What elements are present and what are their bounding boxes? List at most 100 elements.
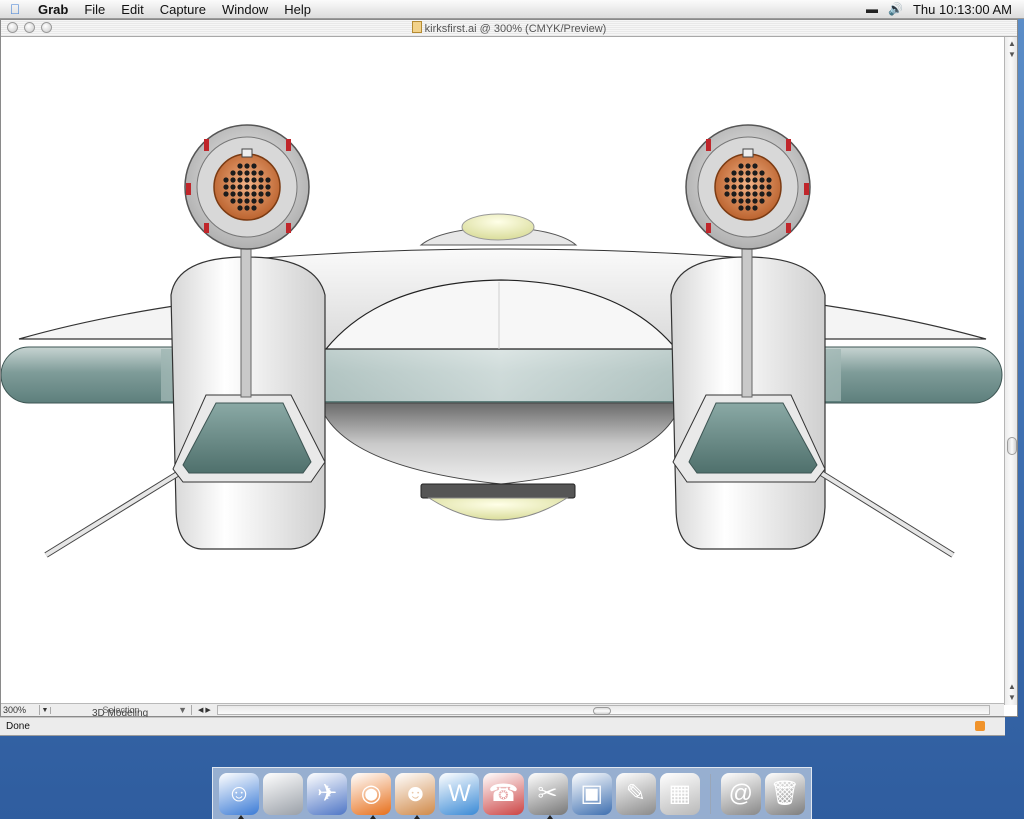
horizontal-scrollbar[interactable] xyxy=(216,705,990,715)
window-title-text: kirksfirst.ai @ 300% (CMYK/Preview) xyxy=(424,23,607,35)
word-icon[interactable]: W xyxy=(439,772,480,815)
scroll-up-arrow-icon[interactable]: ▲ xyxy=(1008,39,1016,48)
menu-help[interactable]: Help xyxy=(276,2,319,17)
grille-hole xyxy=(752,205,758,211)
window-title: kirksfirst.ai @ 300% (CMYK/Preview) xyxy=(1,21,1017,35)
menu-window[interactable]: Window xyxy=(214,2,276,17)
cut-tools-icon[interactable]: ✂ xyxy=(527,772,568,819)
grille-hole xyxy=(258,191,264,197)
grille-hole xyxy=(738,198,744,204)
grille-hole xyxy=(752,177,758,183)
grille-hole xyxy=(237,163,243,169)
trash-icon[interactable]: 🗑 xyxy=(764,772,805,815)
photo-app-icon[interactable]: ☻ xyxy=(395,772,436,819)
spaceship-illustration xyxy=(1,124,1003,558)
window-title-bar[interactable]: kirksfirst.ai @ 300% (CMYK/Preview) xyxy=(1,20,1017,37)
grille-hole xyxy=(258,184,264,190)
grille-hole xyxy=(766,177,772,183)
grille-hole xyxy=(237,191,243,197)
grille-hole xyxy=(230,198,236,204)
grille-hole xyxy=(265,177,271,183)
grille-hole xyxy=(251,205,257,211)
menu-clock[interactable]: Thu 10:13:00 AM xyxy=(913,2,1012,17)
grille-hole xyxy=(230,191,236,197)
browser-status-text: Done xyxy=(6,721,30,732)
grille-hole xyxy=(251,177,257,183)
apple-logo-icon[interactable]:  xyxy=(0,1,30,17)
grille-hole xyxy=(731,184,737,190)
vertical-scrollbar[interactable]: ▲ ▼ ▲ ▼ xyxy=(1004,37,1017,705)
menu-edit[interactable]: Edit xyxy=(113,2,151,17)
running-indicator-icon xyxy=(238,814,244,819)
grille-hole xyxy=(759,184,765,190)
vertical-scroll-thumb[interactable] xyxy=(1007,437,1017,455)
artboard-canvas[interactable] xyxy=(1,37,1004,705)
grille-hole xyxy=(752,163,758,169)
textedit-icon[interactable]: ✎ xyxy=(615,772,656,815)
grille-hole xyxy=(738,177,744,183)
grille-hole xyxy=(731,177,737,183)
menu-bar:  Grab File Edit Capture Window Help ▬ 🔊… xyxy=(0,0,1024,19)
grille-hole xyxy=(244,205,250,211)
grille-hole xyxy=(745,163,751,169)
grille-hole xyxy=(237,184,243,190)
grille-hole xyxy=(731,170,737,176)
display-icon[interactable]: ▬ xyxy=(866,2,878,16)
running-indicator-icon xyxy=(370,814,377,819)
grille-hole xyxy=(759,170,765,176)
internet-location-icon[interactable]: @ xyxy=(720,772,761,815)
rss-feed-icon[interactable] xyxy=(975,721,985,731)
scroll-left-arrow-icon[interactable]: ◀ ▶ xyxy=(198,706,211,714)
grille-hole xyxy=(244,163,250,169)
mode-dropdown-arrow-icon[interactable]: ▼ xyxy=(178,705,187,715)
grille-hole xyxy=(258,170,264,176)
grille-hole xyxy=(731,198,737,204)
running-indicator-icon xyxy=(414,814,421,819)
grille-hole xyxy=(230,184,236,190)
firefox-icon[interactable]: ◉ xyxy=(351,772,392,819)
grille-hole xyxy=(230,170,236,176)
left-engine-pod xyxy=(44,124,326,558)
grille-hole xyxy=(738,191,744,197)
grille-hole xyxy=(237,198,243,204)
scroll-down-arrow-icon[interactable]: ▼ xyxy=(1008,693,1016,702)
grille-hole xyxy=(752,198,758,204)
grille-hole xyxy=(251,198,257,204)
grille-hole xyxy=(724,184,730,190)
zoom-level-field[interactable]: 300% xyxy=(1,705,40,715)
grille-hole xyxy=(230,177,236,183)
horizontal-scroll-thumb[interactable] xyxy=(592,707,611,715)
running-indicator-icon xyxy=(546,814,553,819)
grille-hole xyxy=(244,170,250,176)
grille-hole xyxy=(752,170,758,176)
grille-hole xyxy=(258,177,264,183)
grille-hole xyxy=(237,170,243,176)
menu-capture[interactable]: Capture xyxy=(152,2,214,17)
dock: ☺ ✈ ◉ ☻ W ☎ ✂ ▣ ✎ ▦ @ 🗑 xyxy=(212,767,812,819)
grille-hole xyxy=(251,170,257,176)
finder-icon[interactable]: ☺ xyxy=(219,772,260,819)
grille-hole xyxy=(223,177,229,183)
scroll-up-arrow-bottom-icon[interactable]: ▲ xyxy=(1008,682,1016,691)
volume-icon[interactable]: 🔊 xyxy=(888,2,903,16)
instant-message-icon[interactable]: ☎ xyxy=(483,772,524,815)
grille-hole xyxy=(724,191,730,197)
grille-hole xyxy=(766,184,772,190)
zoom-dropdown-arrow-icon[interactable]: ▼ xyxy=(40,706,51,714)
iphoto-icon[interactable]: ▣ xyxy=(571,772,612,815)
system-preferences-icon[interactable] xyxy=(263,772,304,815)
grille-hole xyxy=(738,163,744,169)
scroll-down-arrow-top-icon[interactable]: ▼ xyxy=(1008,50,1016,59)
menu-file[interactable]: File xyxy=(76,2,113,17)
mail-stamp-icon[interactable]: ✈ xyxy=(307,772,348,815)
grille-hole xyxy=(759,198,765,204)
grille-hole xyxy=(237,205,243,211)
grille-hole xyxy=(745,184,751,190)
grille-hole xyxy=(251,184,257,190)
dock-separator xyxy=(709,773,711,814)
document-status-bar: 300% ▼ Selection ▼ ◀ ▶ xyxy=(1,703,1004,716)
grille-hole xyxy=(244,191,250,197)
menu-app-grab[interactable]: Grab xyxy=(30,2,76,17)
background-browser-window[interactable]: Done xyxy=(0,717,1005,736)
calculator-icon[interactable]: ▦ xyxy=(659,772,700,815)
